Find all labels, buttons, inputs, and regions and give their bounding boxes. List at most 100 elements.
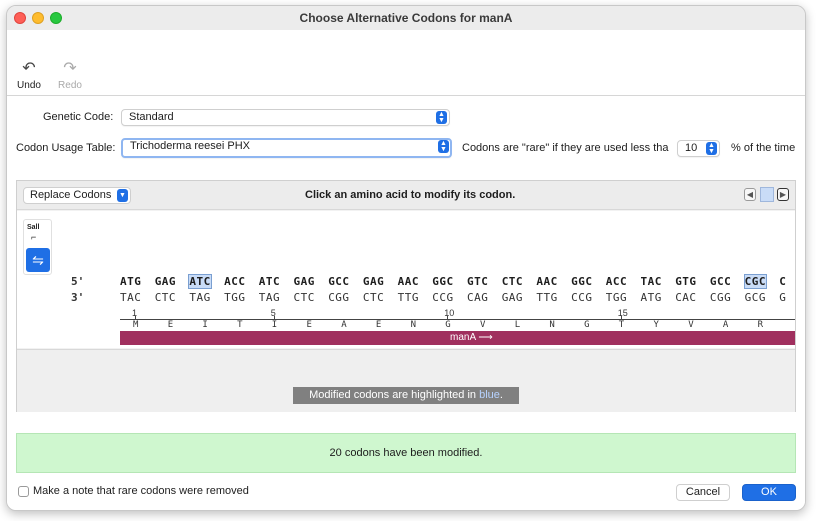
amino-acid[interactable]: V: [480, 320, 485, 330]
side-tools: Sall ⌐ ⇋: [23, 219, 52, 275]
complement-codon: GCG: [744, 291, 766, 304]
cancel-button[interactable]: Cancel: [676, 484, 730, 501]
rare-codon-note-label[interactable]: Make a note that rare codons were remove…: [33, 485, 249, 497]
amino-acid[interactable]: Y: [654, 320, 659, 330]
modified-codon[interactable]: ATC: [188, 274, 212, 289]
replace-codons-label: Replace Codons: [30, 189, 112, 201]
amino-acid[interactable]: R: [758, 320, 763, 330]
rare-suffix-text: % of the time: [731, 142, 796, 154]
previous-modified-button[interactable]: ◀: [744, 188, 756, 201]
codon[interactable]: CTC: [502, 275, 523, 288]
complement-codon: CTC: [293, 291, 315, 304]
amino-acid[interactable]: M: [133, 320, 138, 330]
codon[interactable]: GGC: [432, 275, 453, 288]
undo-icon: ↶: [22, 60, 36, 77]
modified-codon[interactable]: CGC: [743, 274, 767, 289]
ruler-tick: [273, 316, 275, 320]
codon[interactable]: GAG: [363, 275, 384, 288]
complement-codon: TAC: [120, 291, 142, 304]
chevron-down-icon: ▼: [117, 189, 128, 202]
chevron-updown-icon: ▲ ▼: [438, 140, 449, 153]
result-message: 20 codons have been modified.: [329, 447, 483, 459]
codon[interactable]: GCC: [328, 275, 349, 288]
codon[interactable]: AAC: [536, 275, 557, 288]
form-area: Genetic Code: Standard ▲ ▼ Codon Usage Ta…: [7, 96, 805, 510]
codon[interactable]: GAG: [294, 275, 315, 288]
codon[interactable]: ATC: [259, 275, 280, 288]
ruler-tick-label: 15: [617, 308, 628, 318]
codon[interactable]: C: [779, 275, 786, 288]
codon[interactable]: GCC: [710, 275, 731, 288]
complement-codon: CAC: [675, 291, 697, 304]
amino-acid[interactable]: N: [411, 320, 416, 330]
rare-codon-text: Codons are "rare" if they are used less …: [462, 142, 669, 154]
amino-acid[interactable]: I: [202, 320, 207, 330]
amino-acid[interactable]: T: [619, 320, 624, 330]
top-strand-label: 5': [71, 275, 85, 288]
amino-acid[interactable]: G: [584, 320, 589, 330]
modified-note: Modified codons are highlighted in blue.: [293, 387, 519, 404]
chevron-left-icon: ◀: [746, 190, 754, 199]
undo-button[interactable]: ↶ Undo: [9, 60, 49, 91]
next-modified-button[interactable]: ▶: [777, 188, 789, 201]
enzyme-cut-icon: ⌐: [31, 232, 37, 242]
codon[interactable]: GTG: [675, 275, 696, 288]
rare-threshold-select[interactable]: 10 ▲ ▼: [677, 140, 720, 157]
toolbar: ↶ Undo ↷ Redo: [7, 30, 805, 96]
amino-acid[interactable]: I: [272, 320, 277, 330]
codon-table-label: Codon Usage Table:: [16, 142, 116, 154]
swap-arrows-icon: ⇋: [32, 252, 44, 268]
complement-codon: CCG: [432, 291, 454, 304]
codon-table-select[interactable]: Trichoderma reesei PHX ▲ ▼: [121, 138, 452, 158]
rare-codon-note-checkbox[interactable]: [18, 486, 29, 497]
amino-acid[interactable]: A: [341, 320, 346, 330]
redo-button[interactable]: ↷ Redo: [50, 60, 90, 91]
sequence-panel: Replace Codons ▼ Click an amino acid to …: [16, 180, 796, 412]
complement-codon: CGG: [709, 291, 732, 304]
sequence-header: Replace Codons ▼ Click an amino acid to …: [17, 181, 795, 210]
modified-note-bar: Modified codons are highlighted in blue.: [17, 349, 795, 412]
swap-strands-button[interactable]: ⇋: [26, 248, 50, 272]
ok-button[interactable]: OK: [742, 484, 796, 501]
highlight-color-swatch[interactable]: [760, 187, 774, 202]
title-bar: Choose Alternative Codons for manA: [7, 6, 805, 30]
complement-codon: TGG: [605, 291, 628, 304]
amino-acid[interactable]: E: [307, 320, 312, 330]
complement-codon: G: [779, 291, 787, 304]
ruler-tick: [447, 316, 449, 320]
complement-codon: TAG: [258, 291, 281, 304]
amino-acid[interactable]: G: [445, 320, 450, 330]
amino-acid[interactable]: E: [376, 320, 381, 330]
amino-acid[interactable]: L: [515, 320, 520, 330]
complement-codon: CAG: [467, 291, 489, 304]
amino-acid[interactable]: A: [723, 320, 728, 330]
codon[interactable]: ACC: [606, 275, 627, 288]
complement-codon: CGG: [328, 291, 350, 304]
complement-codon: GAG: [501, 291, 524, 304]
amino-acid[interactable]: T: [237, 320, 242, 330]
codon[interactable]: GAG: [155, 275, 176, 288]
complement-codon: CTC: [154, 291, 177, 304]
codon[interactable]: ATG: [120, 275, 141, 288]
codon[interactable]: TAC: [641, 275, 662, 288]
amino-acid[interactable]: E: [168, 320, 173, 330]
redo-icon: ↷: [63, 60, 77, 77]
complement-codon: CCG: [571, 291, 593, 304]
codon[interactable]: AAC: [398, 275, 419, 288]
ruler-tick-label: 10: [444, 308, 455, 318]
codon[interactable]: GTC: [467, 275, 488, 288]
arrow-right-icon: ⟶: [478, 332, 493, 343]
complement-codon: TGG: [224, 291, 246, 304]
feature-bar[interactable]: manA ⟶: [120, 331, 795, 345]
replace-codons-menu[interactable]: Replace Codons ▼: [23, 187, 131, 204]
codon[interactable]: ACC: [224, 275, 245, 288]
chevron-updown-icon: ▲ ▼: [706, 142, 717, 155]
genetic-code-select[interactable]: Standard ▲ ▼: [121, 109, 450, 126]
sequence-view[interactable]: Sall ⌐ ⇋ 5' 3' manA ⟶ ATG GAG ATC ACC ATC GAG…: [17, 211, 795, 348]
amino-acid[interactable]: V: [688, 320, 693, 330]
amino-acid[interactable]: N: [549, 320, 554, 330]
genetic-code-value: Standard: [129, 111, 174, 123]
codon[interactable]: GGC: [571, 275, 592, 288]
chevron-right-icon: ▶: [779, 190, 787, 199]
complement-codon: TTG: [536, 291, 558, 304]
